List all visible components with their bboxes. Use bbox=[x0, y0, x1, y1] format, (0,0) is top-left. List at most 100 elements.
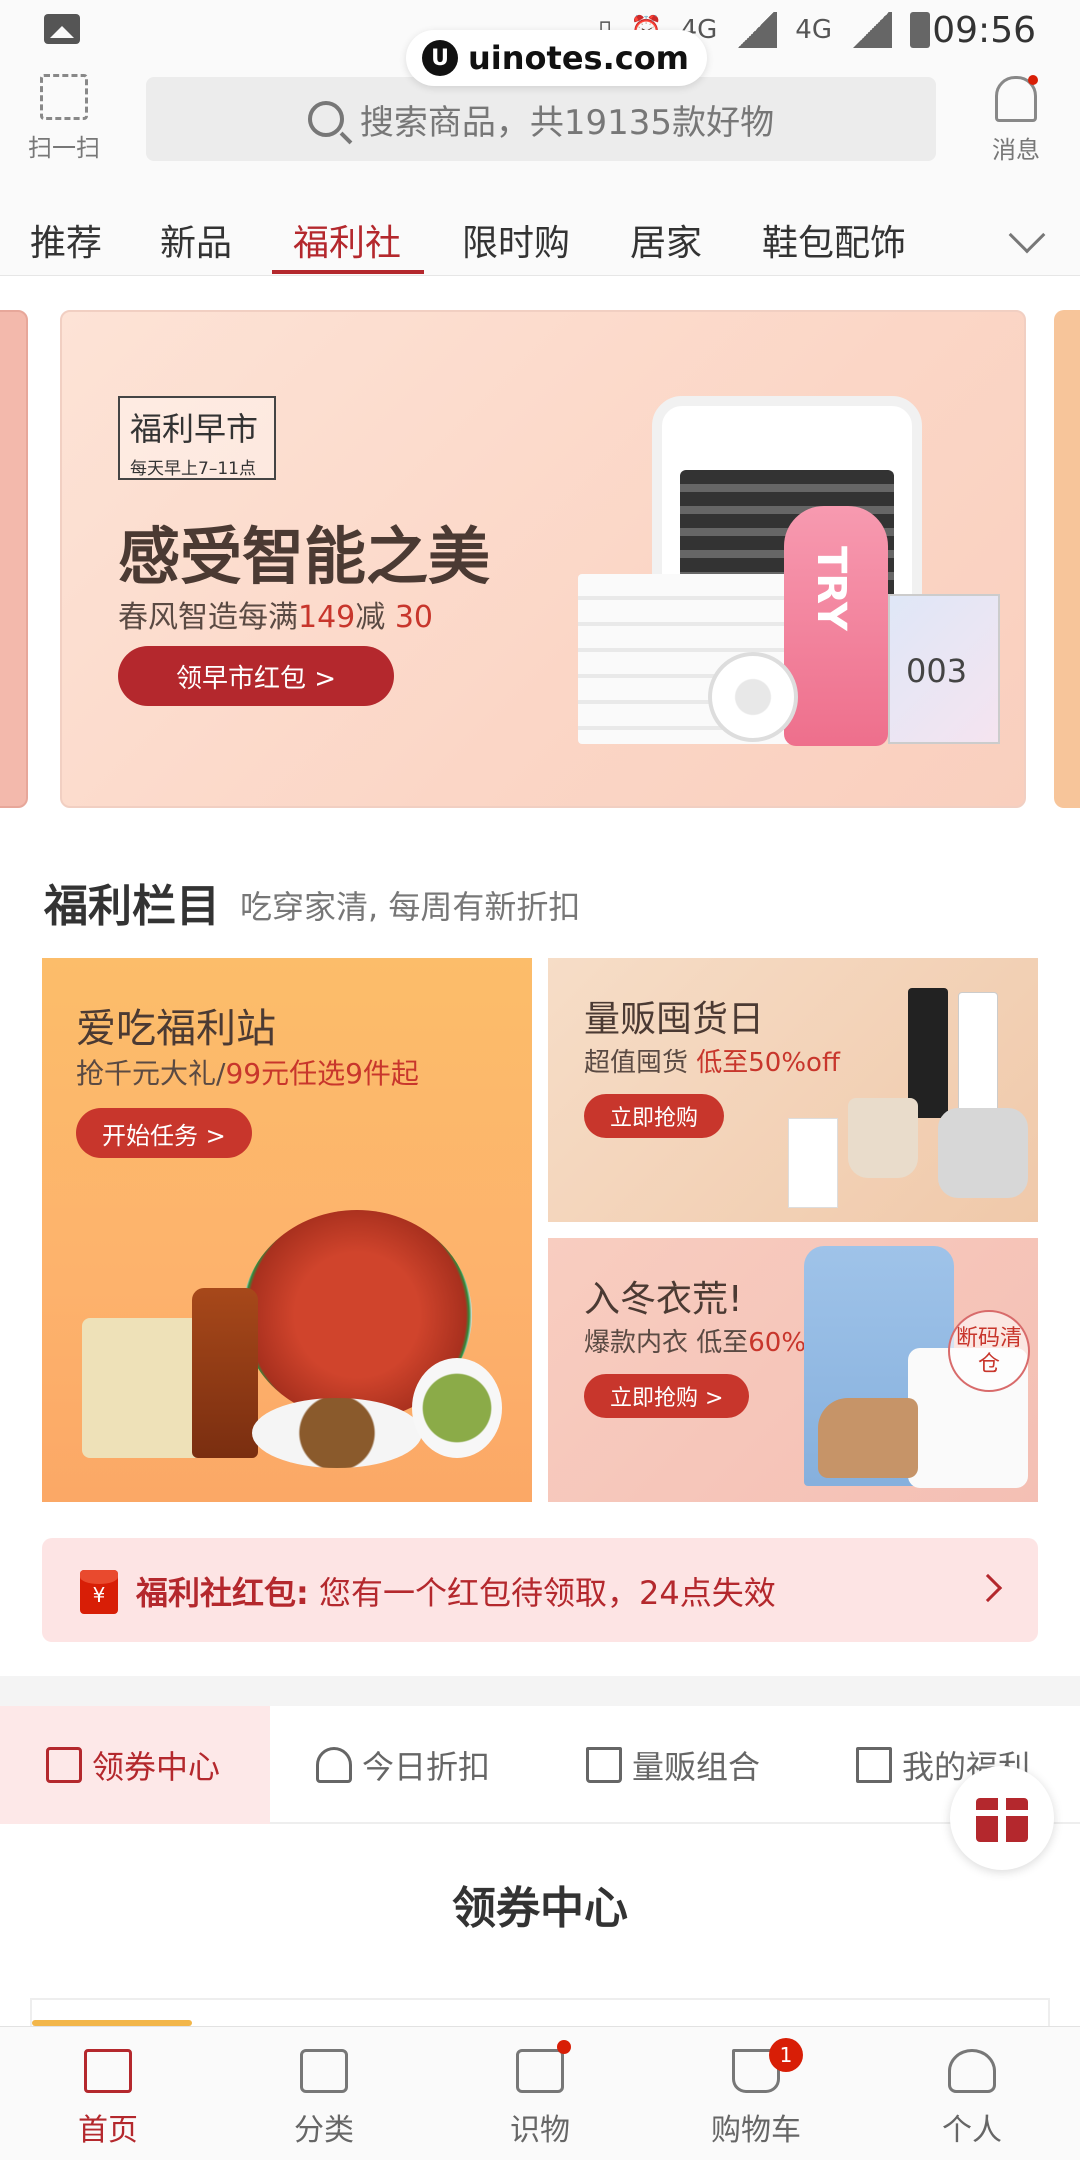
winter-card-subtitle: 爆款内衣 低至60%off bbox=[584, 1322, 840, 1359]
discover-red-dot bbox=[557, 2040, 571, 2054]
bell-icon bbox=[995, 75, 1038, 122]
winter-clothing-card[interactable]: 入冬衣荒! 爆款内衣 低至60%off 立即抢购 > 断码清仓 bbox=[548, 1238, 1038, 1502]
tab-flash-sale[interactable]: 限时购 bbox=[462, 214, 570, 266]
watermark-text: uinotes.com bbox=[468, 39, 690, 77]
tab-shoes-bags[interactable]: 鞋包配饰 bbox=[762, 214, 906, 266]
banner-prev-slide[interactable] bbox=[0, 310, 28, 808]
search-icon bbox=[307, 101, 344, 137]
active-tab-indicator bbox=[272, 270, 424, 274]
cart-icon: 1 bbox=[732, 2038, 803, 2093]
nav-discover[interactable]: 识物 bbox=[432, 2027, 648, 2160]
clock: 09:56 bbox=[932, 10, 1036, 51]
round-product-image bbox=[708, 652, 798, 742]
scan-label: 扫一扫 bbox=[28, 134, 100, 162]
category-icon bbox=[300, 2049, 348, 2093]
subtab-coupon-center[interactable]: 领券中心 bbox=[0, 1706, 270, 1824]
notice-bold: 福利社红包: bbox=[136, 1574, 309, 1612]
nav-profile-label: 个人 bbox=[942, 2113, 1002, 2148]
scan-icon bbox=[40, 74, 88, 120]
winter-buy-button[interactable]: 立即抢购 > bbox=[584, 1374, 750, 1418]
banner-title: 感受智能之美 bbox=[118, 520, 491, 593]
red-packet-notice[interactable]: ¥ 福利社红包: 您有一个红包待领取，24点失效 bbox=[42, 1538, 1038, 1642]
towel-image bbox=[938, 1108, 1028, 1198]
nav-home[interactable]: 首页 bbox=[0, 2027, 216, 2160]
food-card-sub-prefix: 抢千元大礼/ bbox=[76, 1057, 226, 1090]
message-label: 消息 bbox=[992, 136, 1040, 164]
wine-bottle-image bbox=[192, 1288, 258, 1458]
search-placeholder: 搜索商品，共19135款好物 bbox=[359, 102, 775, 143]
nav-category-label: 分类 bbox=[294, 2113, 354, 2148]
bulk-card-title: 量贩囤货日 bbox=[584, 999, 765, 1040]
gift-floating-button[interactable] bbox=[950, 1766, 1054, 1870]
banner-badge-sub: 每天早上7–11点 bbox=[130, 459, 256, 479]
banner-subtitle: 春风智造每满149减 30 bbox=[118, 592, 433, 636]
banner-next-slide[interactable] bbox=[1054, 310, 1080, 808]
watermark-logo-icon: U bbox=[422, 40, 458, 76]
white-tube-image bbox=[958, 992, 998, 1122]
banner-subtitle-mid: 减 bbox=[355, 600, 386, 635]
tea-image bbox=[412, 1358, 502, 1458]
network-label-2: 4G bbox=[795, 15, 832, 45]
watermark: U uinotes.com bbox=[406, 30, 708, 86]
banner-badge-title: 福利早市 bbox=[130, 410, 259, 448]
scan-button[interactable]: 扫一扫 bbox=[24, 74, 104, 163]
tab-home[interactable]: 居家 bbox=[630, 214, 702, 266]
message-button[interactable]: 消息 bbox=[976, 75, 1056, 165]
winter-card-sub-prefix: 爆款内衣 低至 bbox=[584, 1328, 749, 1358]
nav-profile[interactable]: 个人 bbox=[864, 2027, 1080, 2160]
category-tabs: 推荐 新品 福利社 限时购 居家 鞋包配饰 bbox=[0, 184, 1080, 276]
food-card-title: 爱吃福利站 bbox=[76, 1006, 276, 1052]
food-welfare-card[interactable]: 爱吃福利站 抢千元大礼/99元任选9件起 开始任务 > bbox=[42, 958, 532, 1502]
nuts-image bbox=[252, 1398, 422, 1468]
search-input[interactable]: 搜索商品，共19135款好物 bbox=[146, 77, 936, 161]
bulk-buy-card[interactable]: 量贩囤货日 超值囤货 低至50%off 立即抢购 bbox=[548, 958, 1038, 1222]
welfare-subtabs: 领券中心 今日折扣 量贩组合 我的福利 bbox=[0, 1706, 1080, 1824]
tab-welfare[interactable]: 福利社 bbox=[293, 214, 401, 266]
boots-image bbox=[818, 1398, 918, 1478]
winter-card-title: 入冬衣荒! bbox=[584, 1279, 743, 1320]
gift-icon bbox=[976, 1788, 1028, 1842]
pouch-image bbox=[848, 1098, 918, 1178]
section-title: 福利栏目 bbox=[44, 881, 220, 932]
coupon-center-title: 领券中心 bbox=[452, 1883, 628, 1934]
tab-new[interactable]: 新品 bbox=[160, 214, 232, 266]
banner-button[interactable]: 领早市红包 > bbox=[118, 646, 394, 706]
banner-badge: 福利早市 每天早上7–11点 bbox=[118, 396, 276, 480]
section-subtitle: 吃穿家清, 每周有新折扣 bbox=[240, 888, 581, 926]
nav-cart[interactable]: 1 购物车 bbox=[648, 2027, 864, 2160]
bulk-buy-button[interactable]: 立即抢购 bbox=[584, 1094, 725, 1138]
clearance-stamp: 断码清仓 bbox=[948, 1310, 1030, 1392]
nav-category[interactable]: 分类 bbox=[216, 2027, 432, 2160]
gift-box-icon bbox=[856, 1747, 892, 1783]
price-tag-icon bbox=[316, 1747, 352, 1783]
red-packet-icon: ¥ bbox=[80, 1570, 118, 1614]
battery-icon bbox=[910, 12, 930, 48]
signal-icon bbox=[735, 12, 778, 48]
subtab-today-discount[interactable]: 今日折扣 bbox=[316, 1706, 490, 1824]
banner-subtitle-num2: 30 bbox=[394, 600, 433, 635]
discover-icon bbox=[516, 2040, 571, 2093]
banner-subtitle-num1: 149 bbox=[298, 600, 356, 635]
gallery-notification-icon bbox=[44, 14, 80, 44]
nav-discover-label: 识物 bbox=[510, 2113, 570, 2148]
bottom-navigation: 首页 分类 识物 1 购物车 个人 bbox=[0, 2026, 1080, 2160]
subtab-bulk-combo[interactable]: 量贩组合 bbox=[586, 1706, 760, 1824]
subtab-bulk-label: 量贩组合 bbox=[632, 1748, 761, 1786]
tab-recommend[interactable]: 推荐 bbox=[30, 214, 102, 266]
notice-text: 福利社红包: 您有一个红包待领取，24点失效 bbox=[136, 1568, 776, 1614]
promo-banner[interactable]: 福利早市 每天早上7–11点 感受智能之美 春风智造每满149减 30 领早市红… bbox=[60, 310, 1026, 808]
section-divider bbox=[0, 1676, 1080, 1706]
chevron-down-icon[interactable] bbox=[1008, 216, 1046, 254]
product-card-number: 003 bbox=[906, 652, 968, 690]
shopping-bag-icon bbox=[586, 1747, 622, 1783]
chevron-right-icon bbox=[973, 1573, 1003, 1603]
bulk-card-subtitle: 超值囤货 低至50%off bbox=[584, 1042, 840, 1079]
signal-icon-2 bbox=[850, 12, 892, 48]
bulk-card-sub-prefix: 超值囤货 bbox=[584, 1048, 697, 1078]
notice-message: 您有一个红包待领取，24点失效 bbox=[308, 1574, 776, 1612]
card-product-image: 003 bbox=[888, 594, 1000, 744]
start-task-button[interactable]: 开始任务 > bbox=[76, 1108, 252, 1158]
food-card-subtitle: 抢千元大礼/99元任选9件起 bbox=[76, 1052, 419, 1092]
banner-subtitle-prefix: 春风智造每满 bbox=[118, 600, 298, 635]
coupon-icon bbox=[46, 1747, 82, 1783]
